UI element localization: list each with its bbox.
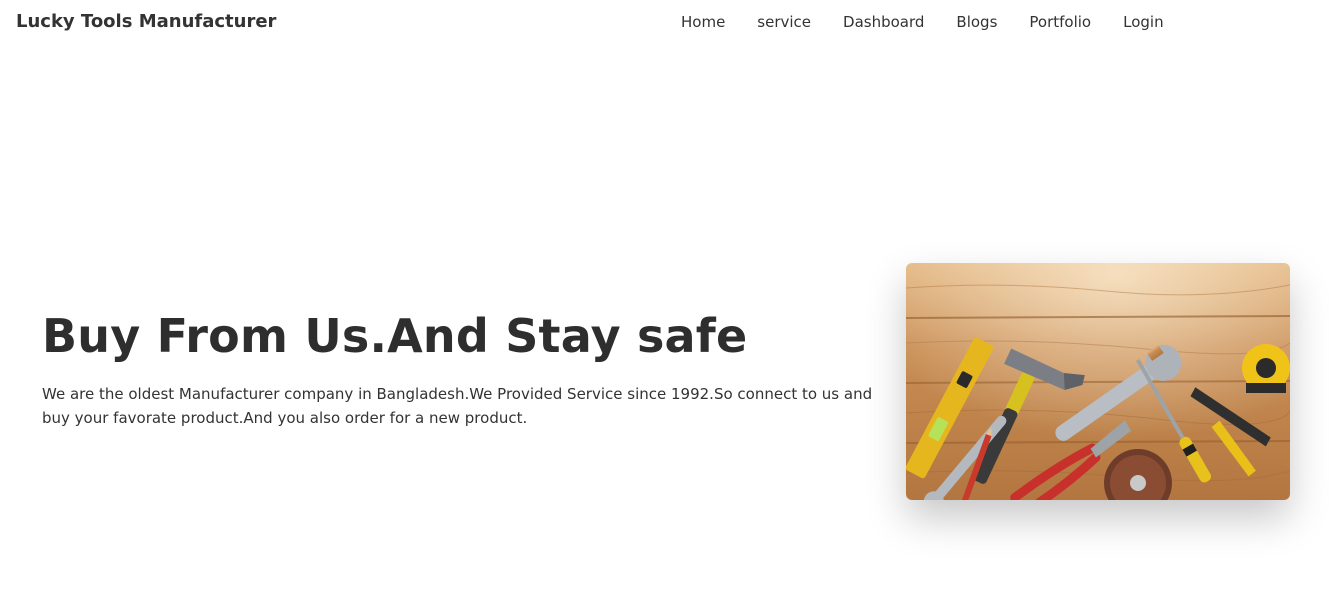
nav-links: Home service Dashboard Blogs Portfolio L… xyxy=(665,11,1180,33)
nav-link-home[interactable]: Home xyxy=(665,11,741,33)
hero-text: Buy From Us.And Stay safe We are the old… xyxy=(42,308,892,430)
nav-link-blogs[interactable]: Blogs xyxy=(940,11,1013,33)
nav-link-login[interactable]: Login xyxy=(1107,11,1179,33)
brand-logo-text[interactable]: Lucky Tools Manufacturer xyxy=(16,10,276,34)
tools-on-wooden-table-image xyxy=(906,263,1290,500)
nav-link-service[interactable]: service xyxy=(741,11,827,33)
nav-link-dashboard[interactable]: Dashboard xyxy=(827,11,940,33)
navbar: Lucky Tools Manufacturer Home service Da… xyxy=(0,0,1329,44)
hero-description: We are the oldest Manufacturer company i… xyxy=(42,385,873,427)
hero-title: Buy From Us.And Stay safe xyxy=(42,309,748,363)
nav-link-portfolio[interactable]: Portfolio xyxy=(1013,11,1107,33)
